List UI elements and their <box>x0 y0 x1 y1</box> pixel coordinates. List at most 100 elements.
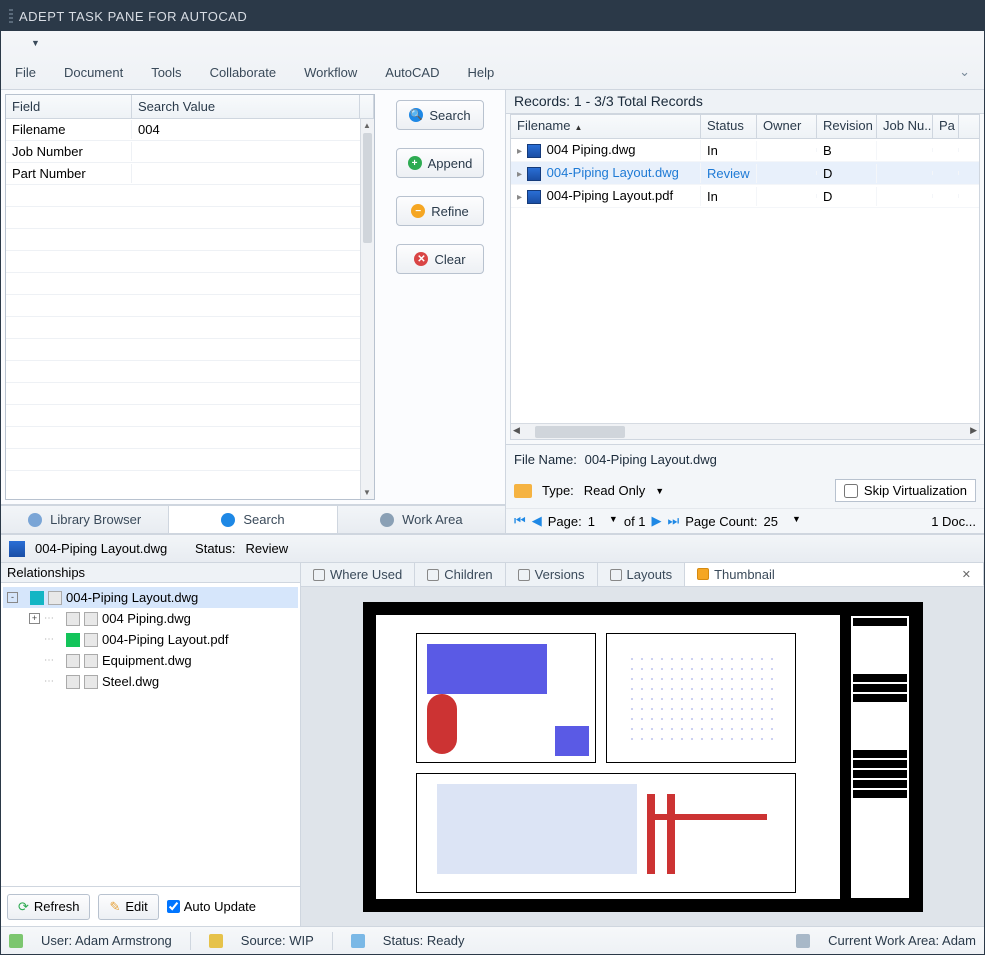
thumbnail-icon <box>697 568 709 580</box>
refresh-button[interactable]: ⟳Refresh <box>7 894 90 920</box>
plus-icon: + <box>408 156 422 170</box>
layouts-icon <box>610 569 622 581</box>
type-label: Type: <box>542 483 574 498</box>
file-icon <box>66 612 80 626</box>
table-row[interactable]: ▸ 004-Piping Layout.pdfInD <box>511 185 979 208</box>
search-row[interactable]: Part Number <box>6 163 360 185</box>
prev-page-icon[interactable]: ◀ <box>532 513 542 529</box>
menu-tools[interactable]: Tools <box>151 65 181 80</box>
file-icon <box>66 654 80 668</box>
search-row[interactable]: Filename004 <box>6 119 360 141</box>
append-button[interactable]: +Append <box>396 148 484 178</box>
pin-icon <box>66 633 80 647</box>
of-label: of 1 <box>624 514 646 529</box>
tab-children[interactable]: Children <box>415 563 505 586</box>
table-row[interactable]: ▸ 004-Piping Layout.dwgReviewD <box>511 162 979 185</box>
folder-icon[interactable] <box>514 484 532 498</box>
next-page-icon[interactable]: ▶ <box>652 513 662 529</box>
chevron-down-icon[interactable]: ⌄ <box>959 64 970 80</box>
menu-collaborate[interactable]: Collaborate <box>210 65 277 80</box>
col-field[interactable]: Field <box>6 95 132 118</box>
page-count-dropdown[interactable]: 25▼ <box>764 514 801 529</box>
horizontal-scrollbar[interactable] <box>511 423 979 439</box>
type-dropdown[interactable]: Read Only▼ <box>584 483 664 498</box>
versions-icon <box>518 569 530 581</box>
ribbon-area: ▼ File Document Tools Collaborate Workfl… <box>1 31 984 90</box>
page-count-label: Page Count: <box>685 514 757 529</box>
last-page-icon[interactable]: ⏭ <box>668 513 680 529</box>
search-tab-icon <box>221 513 235 527</box>
menu-file[interactable]: File <box>15 65 36 80</box>
lower-file-name: 004-Piping Layout.dwg <box>35 541 167 556</box>
left-pane: Field Search Value Filename004 Job Numbe… <box>1 90 506 533</box>
work-area-icon <box>796 934 810 948</box>
skip-virtualization-checkbox[interactable]: Skip Virtualization <box>835 479 976 502</box>
library-icon <box>28 513 42 527</box>
tab-layouts[interactable]: Layouts <box>598 563 686 586</box>
close-icon[interactable]: ✕ <box>962 568 971 581</box>
vertical-scrollbar[interactable] <box>360 119 374 499</box>
x-icon: ✕ <box>414 252 428 266</box>
status-icon <box>351 934 365 948</box>
dropdown-icon[interactable]: ▼ <box>31 38 40 48</box>
col-job-number[interactable]: Job Nu... <box>877 115 933 138</box>
edit-button[interactable]: ✎Edit <box>98 894 158 920</box>
first-page-icon[interactable]: ⏮ <box>514 513 526 529</box>
file-icon <box>527 167 541 181</box>
tab-search[interactable]: Search <box>169 506 337 533</box>
relationships-tree[interactable]: -004-Piping Layout.dwg+⋯004 Piping.dwg⋯0… <box>1 583 300 886</box>
auto-update-checkbox[interactable]: Auto Update <box>167 899 256 914</box>
col-owner[interactable]: Owner <box>757 115 817 138</box>
doc-icon <box>48 591 62 605</box>
tab-where-used[interactable]: Where Used <box>301 563 415 586</box>
work-icon <box>380 513 394 527</box>
children-icon <box>427 569 439 581</box>
records-grid: Filename▲ Status Owner Revision Job Nu..… <box>510 114 980 440</box>
menu-autocad[interactable]: AutoCAD <box>385 65 439 80</box>
col-filename[interactable]: Filename▲ <box>511 115 701 138</box>
file-icon <box>66 675 80 689</box>
col-revision[interactable]: Revision <box>817 115 877 138</box>
tab-versions[interactable]: Versions <box>506 563 598 586</box>
tree-node[interactable]: -004-Piping Layout.dwg <box>3 587 298 608</box>
doc-summary: 1 Doc... <box>931 514 976 529</box>
col-pa[interactable]: Pa <box>933 115 959 138</box>
relationships-panel: Relationships -004-Piping Layout.dwg+⋯00… <box>1 563 301 926</box>
thumbnail-viewer[interactable] <box>301 587 984 926</box>
dwg-icon <box>9 541 25 557</box>
user-label: User: Adam Armstrong <box>41 933 172 948</box>
records-header: Records: 1 - 3/3 Total Records <box>506 90 984 114</box>
menu-help[interactable]: Help <box>467 65 494 80</box>
work-area-label: Current Work Area: Adam <box>828 933 976 948</box>
search-icon: 🔍 <box>409 108 423 122</box>
tree-node[interactable]: ⋯Equipment.dwg <box>3 650 298 671</box>
page-dropdown[interactable]: 1▼ <box>588 514 618 529</box>
tree-node[interactable]: ⋯Steel.dwg <box>3 671 298 692</box>
search-row[interactable]: Job Number <box>6 141 360 163</box>
search-button[interactable]: 🔍Search <box>396 100 484 130</box>
tree-node[interactable]: ⋯004-Piping Layout.pdf <box>3 629 298 650</box>
menu-bar: File Document Tools Collaborate Workflow… <box>1 55 984 89</box>
tree-node[interactable]: +⋯004 Piping.dwg <box>3 608 298 629</box>
col-status[interactable]: Status <box>701 115 757 138</box>
expand-icon[interactable]: + <box>29 613 40 624</box>
tab-work-area[interactable]: Work Area <box>338 506 505 533</box>
expand-icon[interactable]: - <box>7 592 18 603</box>
drawing-thumbnail <box>363 602 923 912</box>
quick-access[interactable]: ▼ <box>1 31 984 55</box>
grip-icon <box>9 9 13 23</box>
tab-library-browser[interactable]: Library Browser <box>1 506 169 533</box>
refresh-icon: ⟳ <box>18 899 29 915</box>
pencil-icon: ✎ <box>109 899 120 915</box>
user-icon <box>9 934 23 948</box>
clear-button[interactable]: ✕Clear <box>396 244 484 274</box>
refine-button[interactable]: −Refine <box>396 196 484 226</box>
menu-workflow[interactable]: Workflow <box>304 65 357 80</box>
doc-icon <box>84 633 98 647</box>
where-used-icon <box>313 569 325 581</box>
tab-thumbnail[interactable]: Thumbnail✕ <box>685 563 984 586</box>
table-row[interactable]: ▸ 004 Piping.dwgInB <box>511 139 979 162</box>
col-value[interactable]: Search Value <box>132 95 360 118</box>
doc-icon <box>84 612 98 626</box>
menu-document[interactable]: Document <box>64 65 123 80</box>
